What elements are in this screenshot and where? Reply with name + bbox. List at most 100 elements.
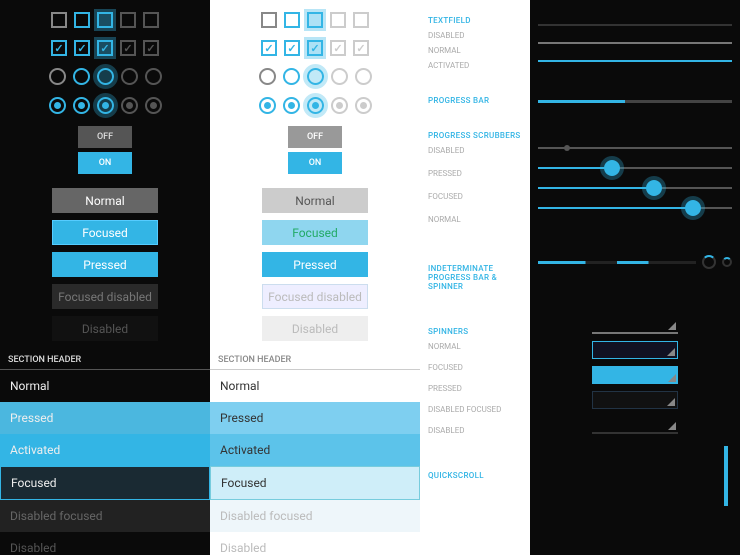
list-item-activated[interactable]: Activated	[210, 434, 420, 466]
textfield-disabled	[538, 24, 732, 26]
radio-off-pressed[interactable]	[307, 68, 324, 85]
button-pressed[interactable]: Pressed	[52, 252, 158, 277]
button-disabled: Disabled	[262, 316, 368, 341]
checkbox-row-checked: ✓ ✓ ✓ ✓ ✓	[0, 40, 210, 56]
list-item-activated[interactable]: Activated	[0, 434, 210, 466]
radio-on-disabled	[121, 97, 138, 114]
slider-pressed[interactable]	[538, 167, 732, 169]
progress-bar	[538, 100, 732, 103]
radio-off[interactable]	[49, 68, 66, 85]
label-quickscroll: QUICKSCROLL	[428, 471, 522, 480]
radio-off-disabled	[331, 68, 348, 85]
list-item-pressed[interactable]: Pressed	[210, 402, 420, 434]
checkbox-off-focused[interactable]	[284, 12, 300, 28]
light-theme-panel: ✓ ✓ ✓ ✓ ✓ OFF ON Normal Focused Pressed …	[210, 0, 420, 555]
list-item-disabled-focused: Disabled focused	[0, 500, 210, 532]
radio-off[interactable]	[259, 68, 276, 85]
label-indeterminate: INDETERMINATE PROGRESS BAR & SPINNER	[428, 264, 522, 291]
radio-off-focused[interactable]	[73, 68, 90, 85]
button-normal[interactable]: Normal	[262, 188, 368, 213]
checkbox-off[interactable]	[261, 12, 277, 28]
checkbox-off[interactable]	[51, 12, 67, 28]
slider-focused[interactable]	[538, 187, 732, 189]
list-item-disabled-focused: Disabled focused	[210, 500, 420, 532]
checkbox-off-pressed[interactable]	[307, 12, 323, 28]
checkbox-on-disabled-focused: ✓	[353, 40, 369, 56]
radio-on-focused[interactable]	[283, 97, 300, 114]
radio-on[interactable]	[259, 97, 276, 114]
spinner-disabled	[592, 416, 678, 434]
radio-on-disabled-focused	[355, 97, 372, 114]
spinner-normal[interactable]	[592, 316, 678, 334]
slider-normal[interactable]	[538, 207, 732, 209]
toggle-off[interactable]: OFF	[78, 126, 132, 148]
list-item-disabled: Disabled	[210, 532, 420, 555]
toggle-off[interactable]: OFF	[288, 126, 342, 148]
section-header: SECTION HEADER	[0, 351, 210, 370]
checkbox-on-focused[interactable]: ✓	[284, 40, 300, 56]
checkbox-on[interactable]: ✓	[261, 40, 277, 56]
spinner-disabled-focused	[592, 391, 678, 409]
checkbox-off-pressed[interactable]	[97, 12, 113, 28]
radio-on-pressed[interactable]	[97, 97, 114, 114]
list-item-pressed[interactable]: Pressed	[0, 402, 210, 434]
label-disabled-focused: DISABLED FOCUSED	[428, 405, 522, 414]
slider-disabled	[538, 147, 732, 149]
button-disabled: Disabled	[52, 316, 158, 341]
spinner-pressed[interactable]	[592, 366, 678, 384]
label-focused: FOCUSED	[428, 192, 522, 201]
radio-off-disabled	[121, 68, 138, 85]
list-item-normal[interactable]: Normal	[0, 370, 210, 402]
button-stack: Normal Focused Pressed Focused disabled …	[0, 188, 210, 341]
checkbox-on-pressed[interactable]: ✓	[307, 40, 323, 56]
spinner-focused[interactable]	[592, 341, 678, 359]
button-focused[interactable]: Focused	[262, 220, 368, 245]
label-normal: NORMAL	[428, 342, 522, 351]
checkbox-on-pressed[interactable]: ✓	[97, 40, 113, 56]
label-disabled: DISABLED	[428, 426, 522, 435]
radio-on-pressed[interactable]	[307, 97, 324, 114]
radio-off-pressed[interactable]	[97, 68, 114, 85]
list-item-normal[interactable]: Normal	[210, 370, 420, 402]
label-spinners: SPINNERS	[428, 327, 522, 336]
radio-on-focused[interactable]	[73, 97, 90, 114]
radio-on-disabled-focused	[145, 97, 162, 114]
radio-off-disabled-focused	[145, 68, 162, 85]
quickscroll-thumb[interactable]	[724, 446, 728, 506]
checkbox-off-disabled-focused	[143, 12, 159, 28]
radio-off-focused[interactable]	[283, 68, 300, 85]
label-pressed: PRESSED	[428, 169, 522, 178]
labels-panel: TEXTFIELD DISABLED NORMAL ACTIVATED PROG…	[420, 0, 530, 555]
button-normal[interactable]: Normal	[52, 188, 158, 213]
checkbox-off-disabled	[330, 12, 346, 28]
checkbox-on-disabled-focused: ✓	[143, 40, 159, 56]
spinner-icon	[702, 255, 716, 269]
button-focused-disabled: Focused disabled	[52, 284, 158, 309]
button-pressed[interactable]: Pressed	[262, 252, 368, 277]
checkbox-on-disabled: ✓	[120, 40, 136, 56]
controls-panel	[530, 0, 740, 555]
checkbox-on-disabled: ✓	[330, 40, 346, 56]
toggle-on[interactable]: ON	[78, 152, 132, 174]
radio-on[interactable]	[49, 97, 66, 114]
textfield-activated[interactable]	[538, 60, 732, 62]
button-focused[interactable]: Focused	[52, 220, 158, 245]
checkbox-on[interactable]: ✓	[51, 40, 67, 56]
label-normal: NORMAL	[428, 215, 522, 224]
list-item-focused[interactable]: Focused	[0, 466, 210, 500]
checkbox-off-disabled	[120, 12, 136, 28]
label-textfield: TEXTFIELD	[428, 16, 522, 25]
textfield-normal[interactable]	[538, 42, 732, 44]
label-disabled: DISABLED	[428, 31, 522, 40]
checkbox-on-focused[interactable]: ✓	[74, 40, 90, 56]
radio-row-checked	[0, 97, 210, 114]
checkbox-off-disabled-focused	[353, 12, 369, 28]
list-item-focused[interactable]: Focused	[210, 466, 420, 500]
checkbox-off-focused[interactable]	[74, 12, 90, 28]
label-progress-scrubbers: PROGRESS SCRUBBERS	[428, 131, 522, 140]
list-item-disabled: Disabled	[0, 532, 210, 555]
radio-on-disabled	[331, 97, 348, 114]
toggle-on[interactable]: ON	[288, 152, 342, 174]
label-activated: ACTIVATED	[428, 61, 522, 70]
label-disabled: DISABLED	[428, 146, 522, 155]
